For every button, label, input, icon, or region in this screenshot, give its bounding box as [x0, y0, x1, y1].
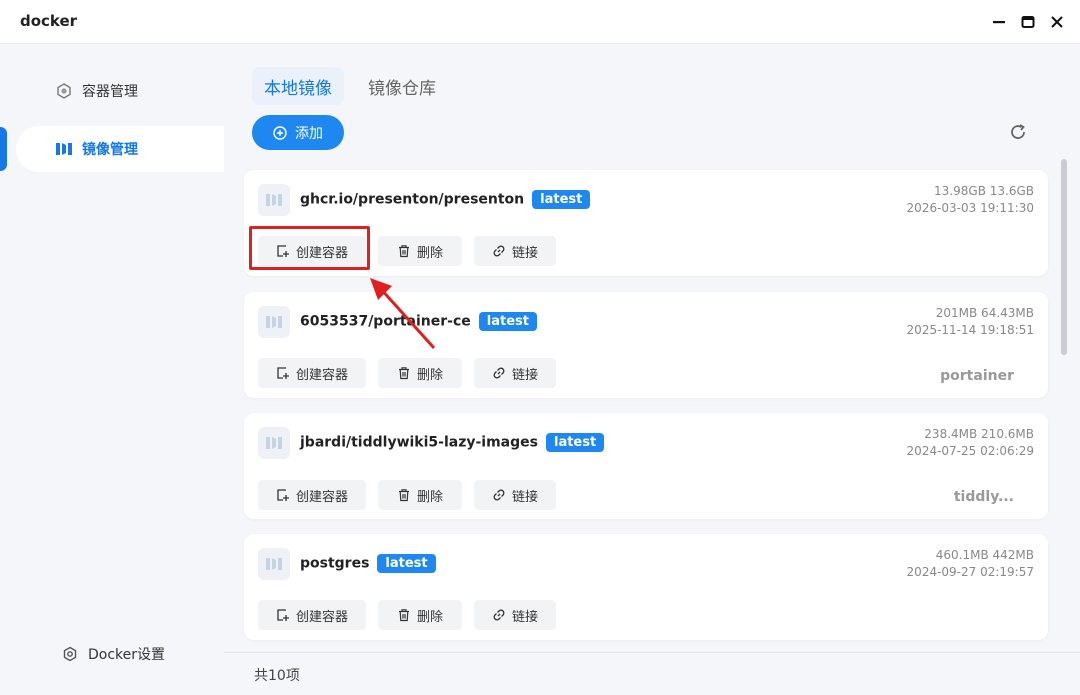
image-date: 2026-03-03 19:11:30 — [906, 201, 1034, 215]
link-icon — [492, 366, 506, 380]
image-card: postgres latest 460.1MB 442MB 2024-09-27 … — [244, 534, 1048, 640]
create-container-label: 创建容器 — [295, 367, 348, 383]
active-indicator — [0, 127, 7, 171]
image-tag-badge: latest — [545, 433, 605, 452]
maximize-button[interactable] — [1017, 11, 1039, 33]
settings-label: Docker设置 — [88, 647, 166, 663]
image-card: jbardi/tiddlywiki5-lazy-images latest 238… — [244, 413, 1048, 519]
create-container-label: 创建容器 — [295, 609, 348, 625]
image-thumb-icon — [258, 184, 290, 216]
image-date: 2024-09-27 02:19:57 — [906, 565, 1034, 579]
create-container-icon — [276, 488, 290, 502]
footer-bar: 共10项 — [224, 652, 1080, 695]
sidebar-item-docker-settings[interactable]: Docker设置 — [62, 644, 165, 664]
delete-label: 删除 — [416, 489, 443, 505]
sidebar-item-containers[interactable]: 容器管理 — [16, 68, 224, 114]
add-button-label: 添加 — [295, 125, 323, 142]
image-name-row: jbardi/tiddlywiki5-lazy-images latest — [300, 433, 605, 452]
image-thumb-icon — [258, 306, 290, 338]
image-thumb-icon — [258, 427, 290, 459]
create-container-icon — [276, 608, 290, 622]
image-name: jbardi/tiddlywiki5-lazy-images — [300, 434, 538, 451]
annotation-arrow-icon — [370, 278, 436, 350]
image-tag-badge: latest — [478, 312, 537, 331]
link-label: 链接 — [511, 367, 538, 383]
image-date: 2024-07-25 02:06:29 — [906, 444, 1034, 458]
refresh-icon — [1011, 124, 1025, 139]
tab-image-registry[interactable]: 镜像仓库 — [356, 67, 448, 105]
image-size: 238.4MB 210.6MB — [924, 427, 1034, 441]
title-bar: docker — [0, 0, 1080, 44]
image-icon — [56, 141, 72, 157]
image-name-row: ghcr.io/presenton/presenton latest — [300, 190, 591, 209]
trash-icon — [397, 366, 411, 380]
plus-circle-icon — [273, 125, 287, 140]
maximize-icon — [1021, 16, 1035, 28]
settings-icon — [62, 646, 78, 662]
container-name: portainer — [940, 368, 1014, 384]
trash-icon — [397, 244, 411, 258]
image-size: 201MB 64.43MB — [935, 306, 1034, 320]
add-button[interactable]: 添加 — [252, 115, 344, 150]
trash-icon — [397, 608, 411, 622]
create-container-button[interactable]: 创建容器 — [258, 600, 366, 630]
sidebar: 容器管理 镜像管理 Docker设置 — [0, 44, 224, 695]
minimize-icon — [993, 21, 1005, 24]
image-name-row: postgres latest — [300, 554, 436, 573]
create-container-button[interactable]: 创建容器 — [258, 480, 366, 510]
link-button[interactable]: 链接 — [474, 600, 556, 630]
image-tag-badge: latest — [377, 554, 436, 573]
link-label: 链接 — [511, 609, 538, 625]
delete-button[interactable]: 删除 — [378, 600, 462, 630]
link-button[interactable]: 链接 — [474, 358, 556, 388]
create-container-icon — [276, 366, 290, 380]
image-tag-badge: latest — [532, 190, 591, 209]
image-date: 2025-11-14 19:18:51 — [906, 323, 1034, 337]
close-icon — [1051, 16, 1063, 28]
delete-button[interactable]: 删除 — [378, 480, 462, 510]
sidebar-item-images[interactable]: 镜像管理 — [16, 126, 224, 172]
scrollbar[interactable] — [1061, 159, 1067, 355]
link-icon — [492, 244, 506, 258]
image-name: ghcr.io/presenton/presenton — [300, 191, 525, 208]
link-label: 链接 — [511, 489, 538, 505]
delete-label: 删除 — [416, 367, 443, 383]
delete-label: 删除 — [416, 245, 443, 261]
main-panel: 本地镜像 镜像仓库 添加 ghcr.io/presenton/presenton… — [224, 44, 1080, 695]
sidebar-item-label: 镜像管理 — [82, 142, 138, 158]
delete-button[interactable]: 删除 — [378, 358, 462, 388]
hexagon-icon — [56, 83, 72, 99]
link-icon — [492, 608, 506, 622]
link-button[interactable]: 链接 — [474, 236, 556, 266]
create-container-button[interactable]: 创建容器 — [258, 358, 366, 388]
close-button[interactable] — [1046, 11, 1068, 33]
link-label: 链接 — [511, 245, 538, 261]
item-count: 共10项 — [254, 668, 300, 684]
annotation-highlight-box — [249, 226, 370, 270]
image-thumb-icon — [258, 548, 290, 580]
trash-icon — [397, 488, 411, 502]
window-title: docker — [20, 12, 78, 30]
sidebar-item-label: 容器管理 — [82, 84, 138, 100]
link-icon — [492, 488, 506, 502]
link-button[interactable]: 链接 — [474, 480, 556, 510]
delete-label: 删除 — [416, 609, 443, 625]
image-size: 460.1MB 442MB — [935, 548, 1034, 562]
image-size: 13.98GB 13.6GB — [934, 184, 1034, 198]
tab-local-images[interactable]: 本地镜像 — [252, 67, 344, 105]
refresh-button[interactable] — [1007, 121, 1029, 143]
image-name: postgres — [300, 555, 370, 572]
create-container-label: 创建容器 — [295, 489, 348, 505]
delete-button[interactable]: 删除 — [378, 236, 462, 266]
minimize-button[interactable] — [988, 11, 1010, 33]
container-name: tiddly... — [953, 489, 1014, 505]
